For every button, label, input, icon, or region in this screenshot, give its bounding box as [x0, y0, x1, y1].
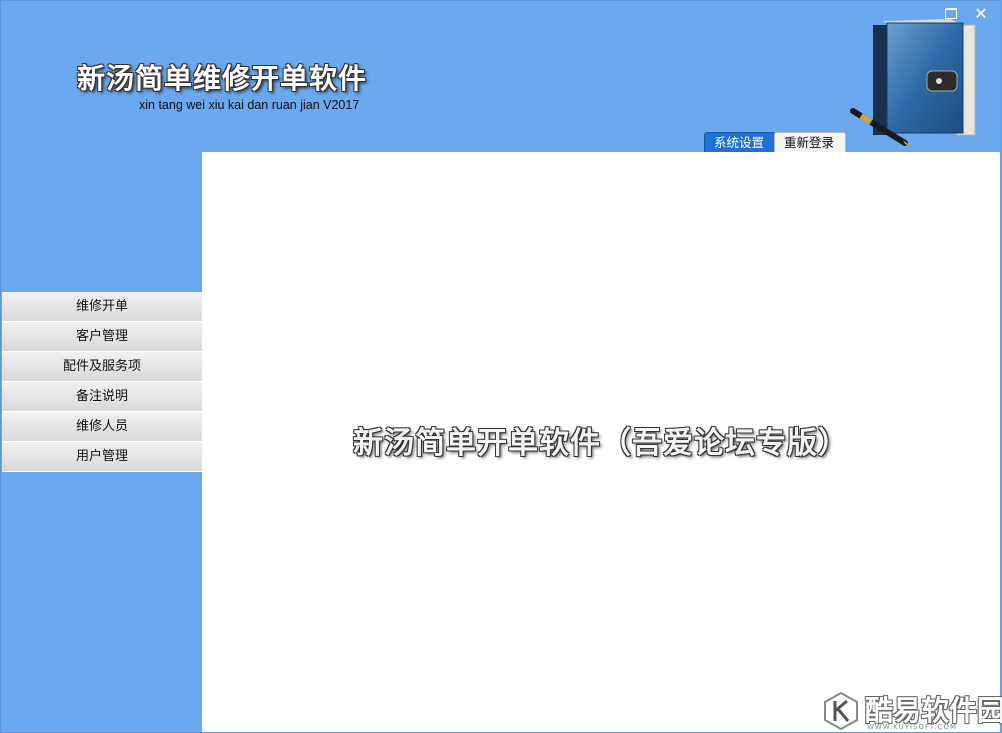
site-watermark: 酷易软件园 WWW.KUYISOFT.COM	[821, 689, 1002, 733]
sidebar-nav: 维修开单 客户管理 配件及服务项 备注说明 维修人员 用户管理	[2, 292, 202, 472]
sidebar-item-notes[interactable]: 备注说明	[2, 382, 202, 412]
sidebar-item-customer-management[interactable]: 客户管理	[2, 322, 202, 352]
sidebar-item-user-management[interactable]: 用户管理	[2, 442, 202, 472]
sidebar-item-repair-staff[interactable]: 维修人员	[2, 412, 202, 442]
k-logo-icon	[824, 691, 858, 731]
sidebar-item-parts-services[interactable]: 配件及服务项	[2, 352, 202, 382]
center-banner-text: 新汤简单开单软件（吾爱论坛专版）	[353, 426, 849, 461]
main-content: 新汤简单开单软件（吾爱论坛专版）	[202, 152, 1000, 732]
tab-system-settings[interactable]: 系统设置	[704, 132, 776, 153]
app-subtitle: xin tang wei xiu kai dan ruan jian V2017	[139, 98, 360, 112]
header: 新汤简单维修开单软件 xin tang wei xiu kai dan ruan…	[1, 1, 1001, 153]
book-icon	[850, 19, 976, 148]
app-title: 新汤简单维修开单软件	[77, 62, 368, 95]
watermark-url: WWW.KUYISOFT.COM	[867, 723, 958, 731]
sidebar-item-repair-order[interactable]: 维修开单	[2, 292, 202, 322]
app-window: 新汤简单维修开单软件 xin tang wei xiu kai dan ruan…	[0, 0, 1002, 733]
tab-relogin[interactable]: 重新登录	[774, 132, 846, 153]
